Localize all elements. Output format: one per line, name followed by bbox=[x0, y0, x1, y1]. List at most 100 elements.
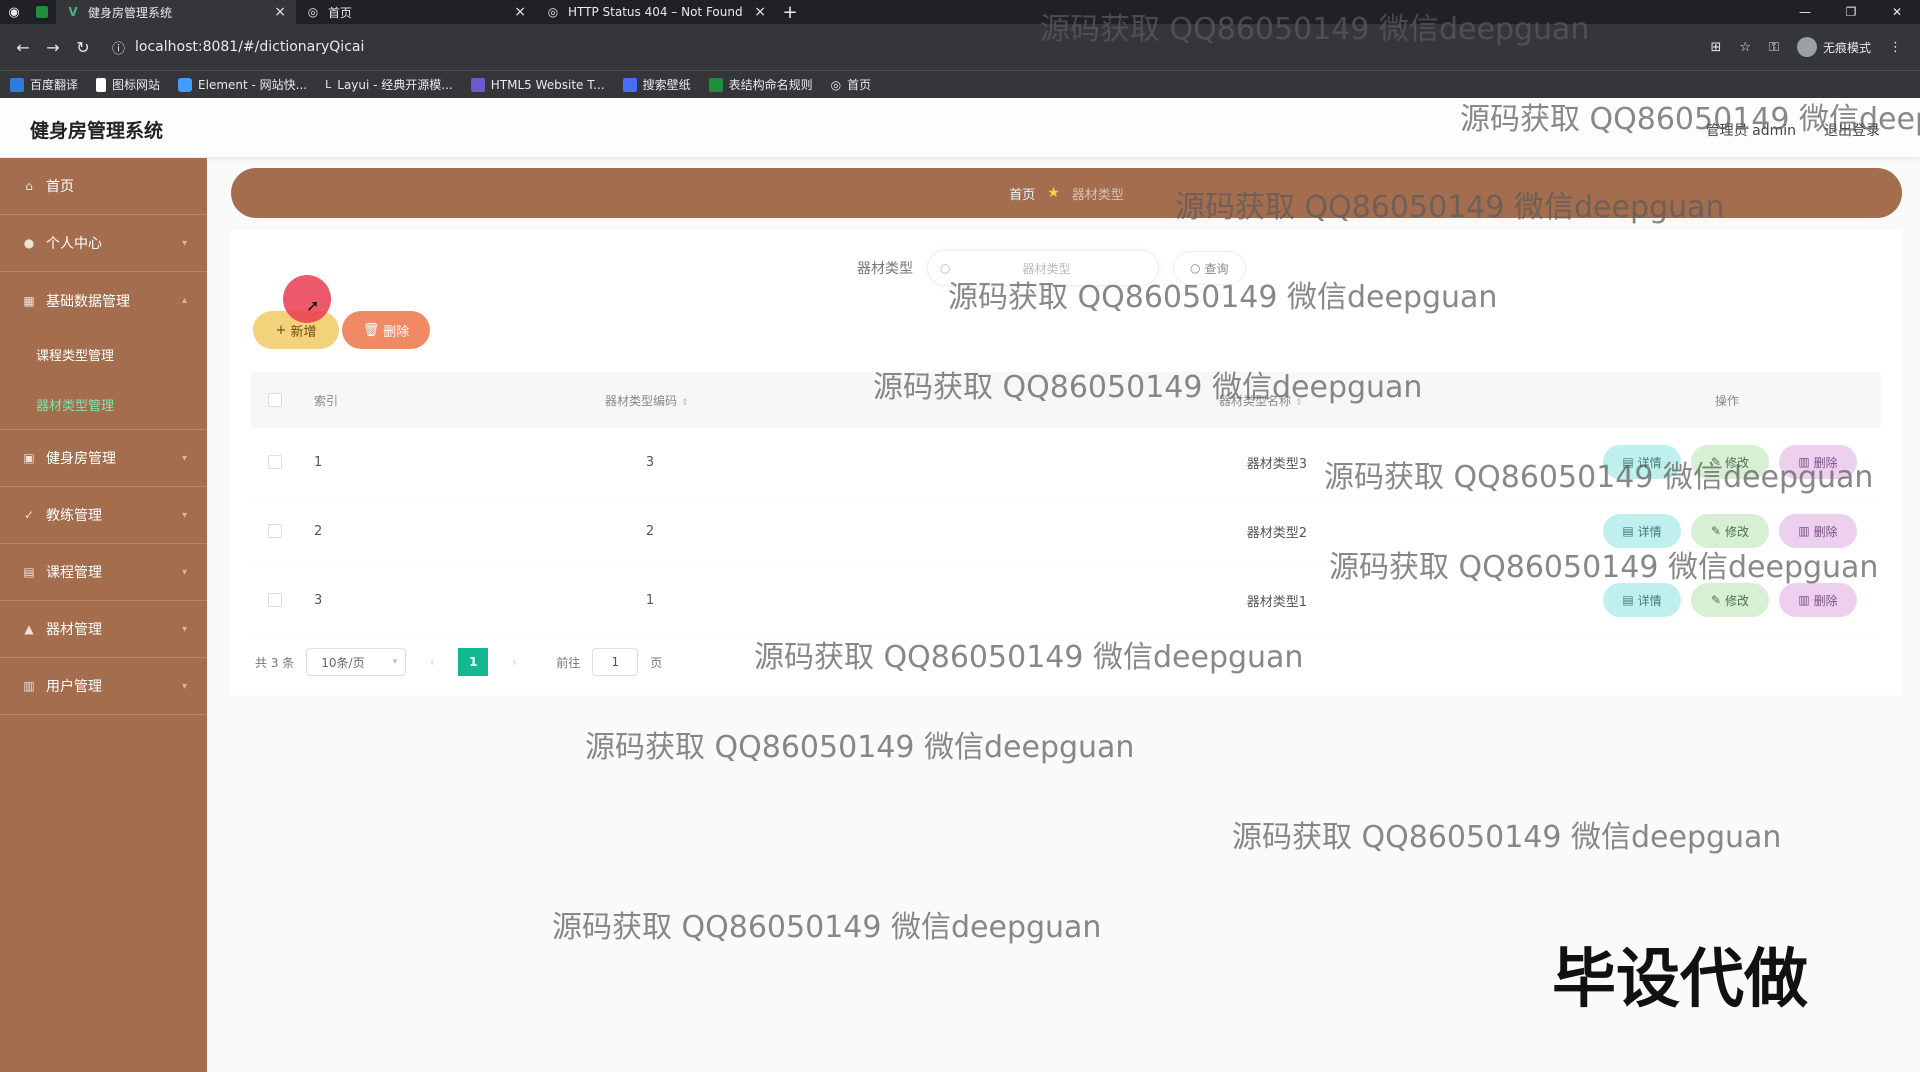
cell-index: 3 bbox=[314, 592, 323, 608]
pencil-icon: ✎ bbox=[1710, 593, 1722, 607]
batch-delete-button[interactable]: 🗑 删除 bbox=[342, 311, 430, 349]
bookmark-item[interactable]: 图标网站 bbox=[96, 76, 160, 93]
goto-page-input[interactable]: 1 bbox=[592, 648, 639, 676]
forward-icon[interactable]: → bbox=[38, 38, 68, 57]
dumbbell-icon: ▲ bbox=[24, 622, 34, 636]
bookmark-label: HTML5 Website T... bbox=[490, 77, 605, 92]
sidebar-item-users[interactable]: ▥ 用户管理 ▾ bbox=[0, 658, 207, 715]
detail-label: 详情 bbox=[1637, 593, 1662, 608]
bookmark-item[interactable]: Element - 网站快... bbox=[178, 76, 307, 93]
profile-label: 无痕模式 bbox=[1822, 40, 1871, 55]
key-icon[interactable]: ⚿ bbox=[1769, 40, 1779, 55]
back-icon[interactable]: ← bbox=[8, 38, 38, 57]
incognito-profile[interactable]: 无痕模式 bbox=[1796, 37, 1871, 57]
star-icon: ★ bbox=[1047, 185, 1060, 201]
info-icon[interactable]: ⓘ bbox=[112, 38, 125, 57]
delete-button[interactable]: ▥ 删除 bbox=[1779, 583, 1857, 617]
home-icon: ⌂ bbox=[25, 179, 33, 193]
bookmark-item[interactable]: 百度翻译 bbox=[10, 76, 78, 93]
close-icon[interactable]: × bbox=[514, 4, 526, 20]
translate-icon[interactable]: ⊞ bbox=[1711, 40, 1722, 55]
bookmark-label: 表结构命名规则 bbox=[728, 78, 813, 92]
submenu-basic-data: 课程类型管理 器材类型管理 bbox=[0, 329, 207, 430]
sidebar-item-home[interactable]: ⌂ 首页 bbox=[0, 158, 207, 215]
row-checkbox[interactable] bbox=[268, 455, 282, 469]
page-size-select[interactable]: 10条/页 ▾ bbox=[306, 648, 407, 676]
vue-v-icon: V bbox=[68, 5, 78, 19]
goto-prefix: 前往 bbox=[556, 655, 581, 670]
browser-tab-2[interactable]: ◎ 首页 × bbox=[296, 0, 536, 24]
sidebar-item-gym[interactable]: ▣ 健身房管理 ▾ bbox=[0, 430, 207, 487]
globe-icon: ◎ bbox=[830, 77, 842, 92]
whistle-icon: ✓ bbox=[23, 508, 35, 522]
chevron-up-icon: ▴ bbox=[181, 295, 187, 306]
chevron-down-icon: ▾ bbox=[181, 623, 187, 635]
bookmark-item[interactable]: 搜索壁纸 bbox=[622, 76, 691, 93]
cell-index: 2 bbox=[314, 523, 323, 539]
close-window-icon[interactable]: ✕ bbox=[1874, 0, 1920, 24]
column-header-code[interactable]: 器材类型编码 ⇕ bbox=[605, 392, 689, 409]
bookmark-item[interactable]: ◎ 首页 bbox=[831, 76, 872, 93]
app-tab-icon[interactable] bbox=[28, 0, 56, 24]
watermark: 源码获取 QQ86050149 微信deepguan bbox=[1175, 190, 1725, 225]
tab-title: 健身房管理系统 bbox=[88, 5, 173, 20]
bookmark-item[interactable]: HTML5 Website T... bbox=[470, 77, 605, 92]
layui-icon: L bbox=[325, 77, 332, 91]
star-icon[interactable]: ☆ bbox=[1739, 40, 1751, 55]
bookmark-label: 百度翻译 bbox=[30, 78, 79, 92]
prev-page-icon[interactable]: ‹ bbox=[418, 648, 446, 676]
page-number-current[interactable]: 1 bbox=[458, 648, 489, 676]
column-header-actions: 操作 bbox=[1715, 393, 1740, 408]
minimize-icon[interactable]: — bbox=[1782, 0, 1828, 24]
sort-icon[interactable]: ⇕ bbox=[681, 398, 689, 408]
sidebar-item-equipment[interactable]: ▲ 器材管理 ▾ bbox=[0, 601, 207, 658]
row-checkbox[interactable] bbox=[268, 524, 282, 538]
browser-tab-1[interactable]: V 健身房管理系统 × bbox=[56, 0, 296, 24]
reload-icon[interactable]: ↻ bbox=[68, 38, 98, 57]
column-header-code-label: 器材类型编码 bbox=[605, 393, 678, 408]
breadcrumb-home[interactable]: 首页 bbox=[1009, 184, 1035, 203]
close-icon[interactable]: × bbox=[754, 4, 766, 20]
row-checkbox[interactable] bbox=[268, 593, 282, 607]
chevron-down-icon: ▾ bbox=[181, 566, 187, 578]
new-tab-button[interactable]: + bbox=[776, 2, 804, 23]
edit-button[interactable]: ✎ 修改 bbox=[1691, 583, 1769, 617]
bookmark-item[interactable]: L Layui - 经典开源模... bbox=[325, 76, 453, 93]
trash-icon: ▥ bbox=[1798, 524, 1810, 538]
bookmark-label: 搜索壁纸 bbox=[642, 78, 691, 92]
bookmark-label: 图标网站 bbox=[112, 78, 161, 92]
add-button-label: 新增 bbox=[290, 324, 317, 340]
url-text: localhost:8081/#/dictionaryQicai bbox=[135, 39, 365, 55]
bookmark-label: 首页 bbox=[847, 78, 872, 92]
chevron-down-icon: ▾ bbox=[181, 452, 187, 464]
row-actions: ▤ 详情 ✎ 修改 ▥ 删除 bbox=[1603, 583, 1857, 617]
sidebar-subitem-equipment-type[interactable]: 器材类型管理 bbox=[0, 379, 207, 429]
detail-button[interactable]: ▤ 详情 bbox=[1603, 583, 1681, 617]
globe-icon: ◎ bbox=[307, 5, 319, 19]
browser-tab-3[interactable]: ◎ HTTP Status 404 – Not Found × bbox=[536, 0, 776, 24]
sidebar-item-coach[interactable]: ✓ 教练管理 ▾ bbox=[0, 487, 207, 544]
edit-label: 修改 bbox=[1725, 524, 1750, 539]
bookmark-item[interactable]: 表结构命名规则 bbox=[708, 76, 813, 93]
cell-code: 2 bbox=[645, 523, 655, 539]
sidebar-item-profile[interactable]: ● 个人中心 ▾ bbox=[0, 215, 207, 272]
detail-label: 详情 bbox=[1637, 524, 1662, 539]
browser-menu-icon[interactable]: ◉ bbox=[0, 0, 28, 24]
pencil-icon: ✎ bbox=[1710, 524, 1722, 538]
sidebar-item-course[interactable]: ▤ 课程管理 ▾ bbox=[0, 544, 207, 601]
select-all-checkbox[interactable] bbox=[268, 393, 282, 407]
watermark: 源码获取 QQ86050149 微信deepguan bbox=[948, 280, 1498, 315]
watermark-big: 毕设代做 bbox=[1552, 943, 1808, 1017]
browser-tabbar: ◉ V 健身房管理系统 × ◎ 首页 × ◎ HTTP Status 404 –… bbox=[0, 0, 1920, 24]
close-icon[interactable]: × bbox=[274, 4, 286, 20]
translate-bookmark-icon bbox=[10, 77, 24, 92]
watermark: 源码获取 QQ86050149 微信deepguan bbox=[552, 910, 1102, 945]
element-hex-icon bbox=[178, 77, 193, 92]
sidebar-item-basic-data[interactable]: ▦ 基础数据管理 ▴ bbox=[0, 272, 207, 329]
next-page-icon[interactable]: › bbox=[500, 648, 528, 676]
sidebar-subitem-course-type[interactable]: 课程类型管理 bbox=[0, 329, 207, 379]
restore-icon[interactable]: ❐ bbox=[1828, 0, 1874, 24]
more-menu-icon[interactable]: ⋮ bbox=[1889, 40, 1902, 55]
tab-title: 首页 bbox=[328, 5, 353, 20]
goto-suffix: 页 bbox=[650, 655, 663, 670]
